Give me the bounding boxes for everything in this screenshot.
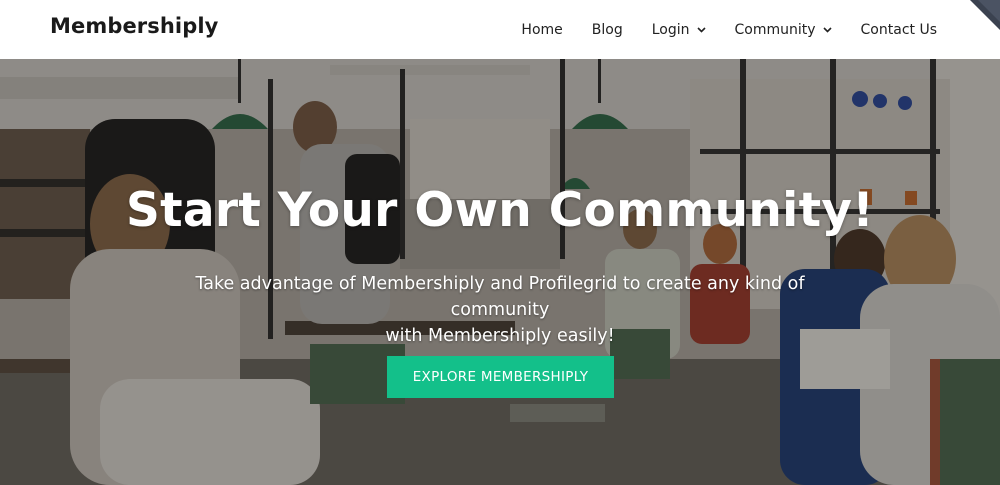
nav-item-contact-us[interactable]: Contact Us xyxy=(861,22,937,38)
nav-item-home[interactable]: Home xyxy=(521,22,562,38)
nav-item-label: Community xyxy=(734,21,816,38)
site-header: Membershiply Home Blog Login Community C… xyxy=(0,0,1000,59)
main-nav: Home Blog Login Community Contact Us xyxy=(521,0,937,59)
nav-item-login[interactable]: Login xyxy=(652,22,706,38)
chevron-down-icon[interactable] xyxy=(696,26,706,33)
nav-item-label: Blog xyxy=(591,21,623,38)
nav-item-community[interactable]: Community xyxy=(735,22,832,38)
explore-membershiply-button[interactable]: EXPLORE MEMBERSHIPLY xyxy=(387,356,614,398)
corner-ribbon-icon[interactable] xyxy=(960,0,1000,40)
nav-item-label: Home xyxy=(521,21,563,38)
hero-section: Start Your Own Community! Take advantage… xyxy=(0,59,1000,485)
hero-subtitle: Take advantage of Membershiply and Profi… xyxy=(170,271,830,349)
site-logo[interactable]: Membershiply xyxy=(50,14,218,38)
hero-subtitle-line2: with Membershiply easily! xyxy=(385,326,615,346)
hero-title: Start Your Own Community! xyxy=(125,183,875,238)
nav-item-label: Login xyxy=(651,21,690,38)
chevron-down-icon[interactable] xyxy=(822,26,832,33)
nav-item-blog[interactable]: Blog xyxy=(592,22,623,38)
hero-subtitle-line1: Take advantage of Membershiply and Profi… xyxy=(195,274,805,320)
nav-item-label: Contact Us xyxy=(860,21,937,38)
